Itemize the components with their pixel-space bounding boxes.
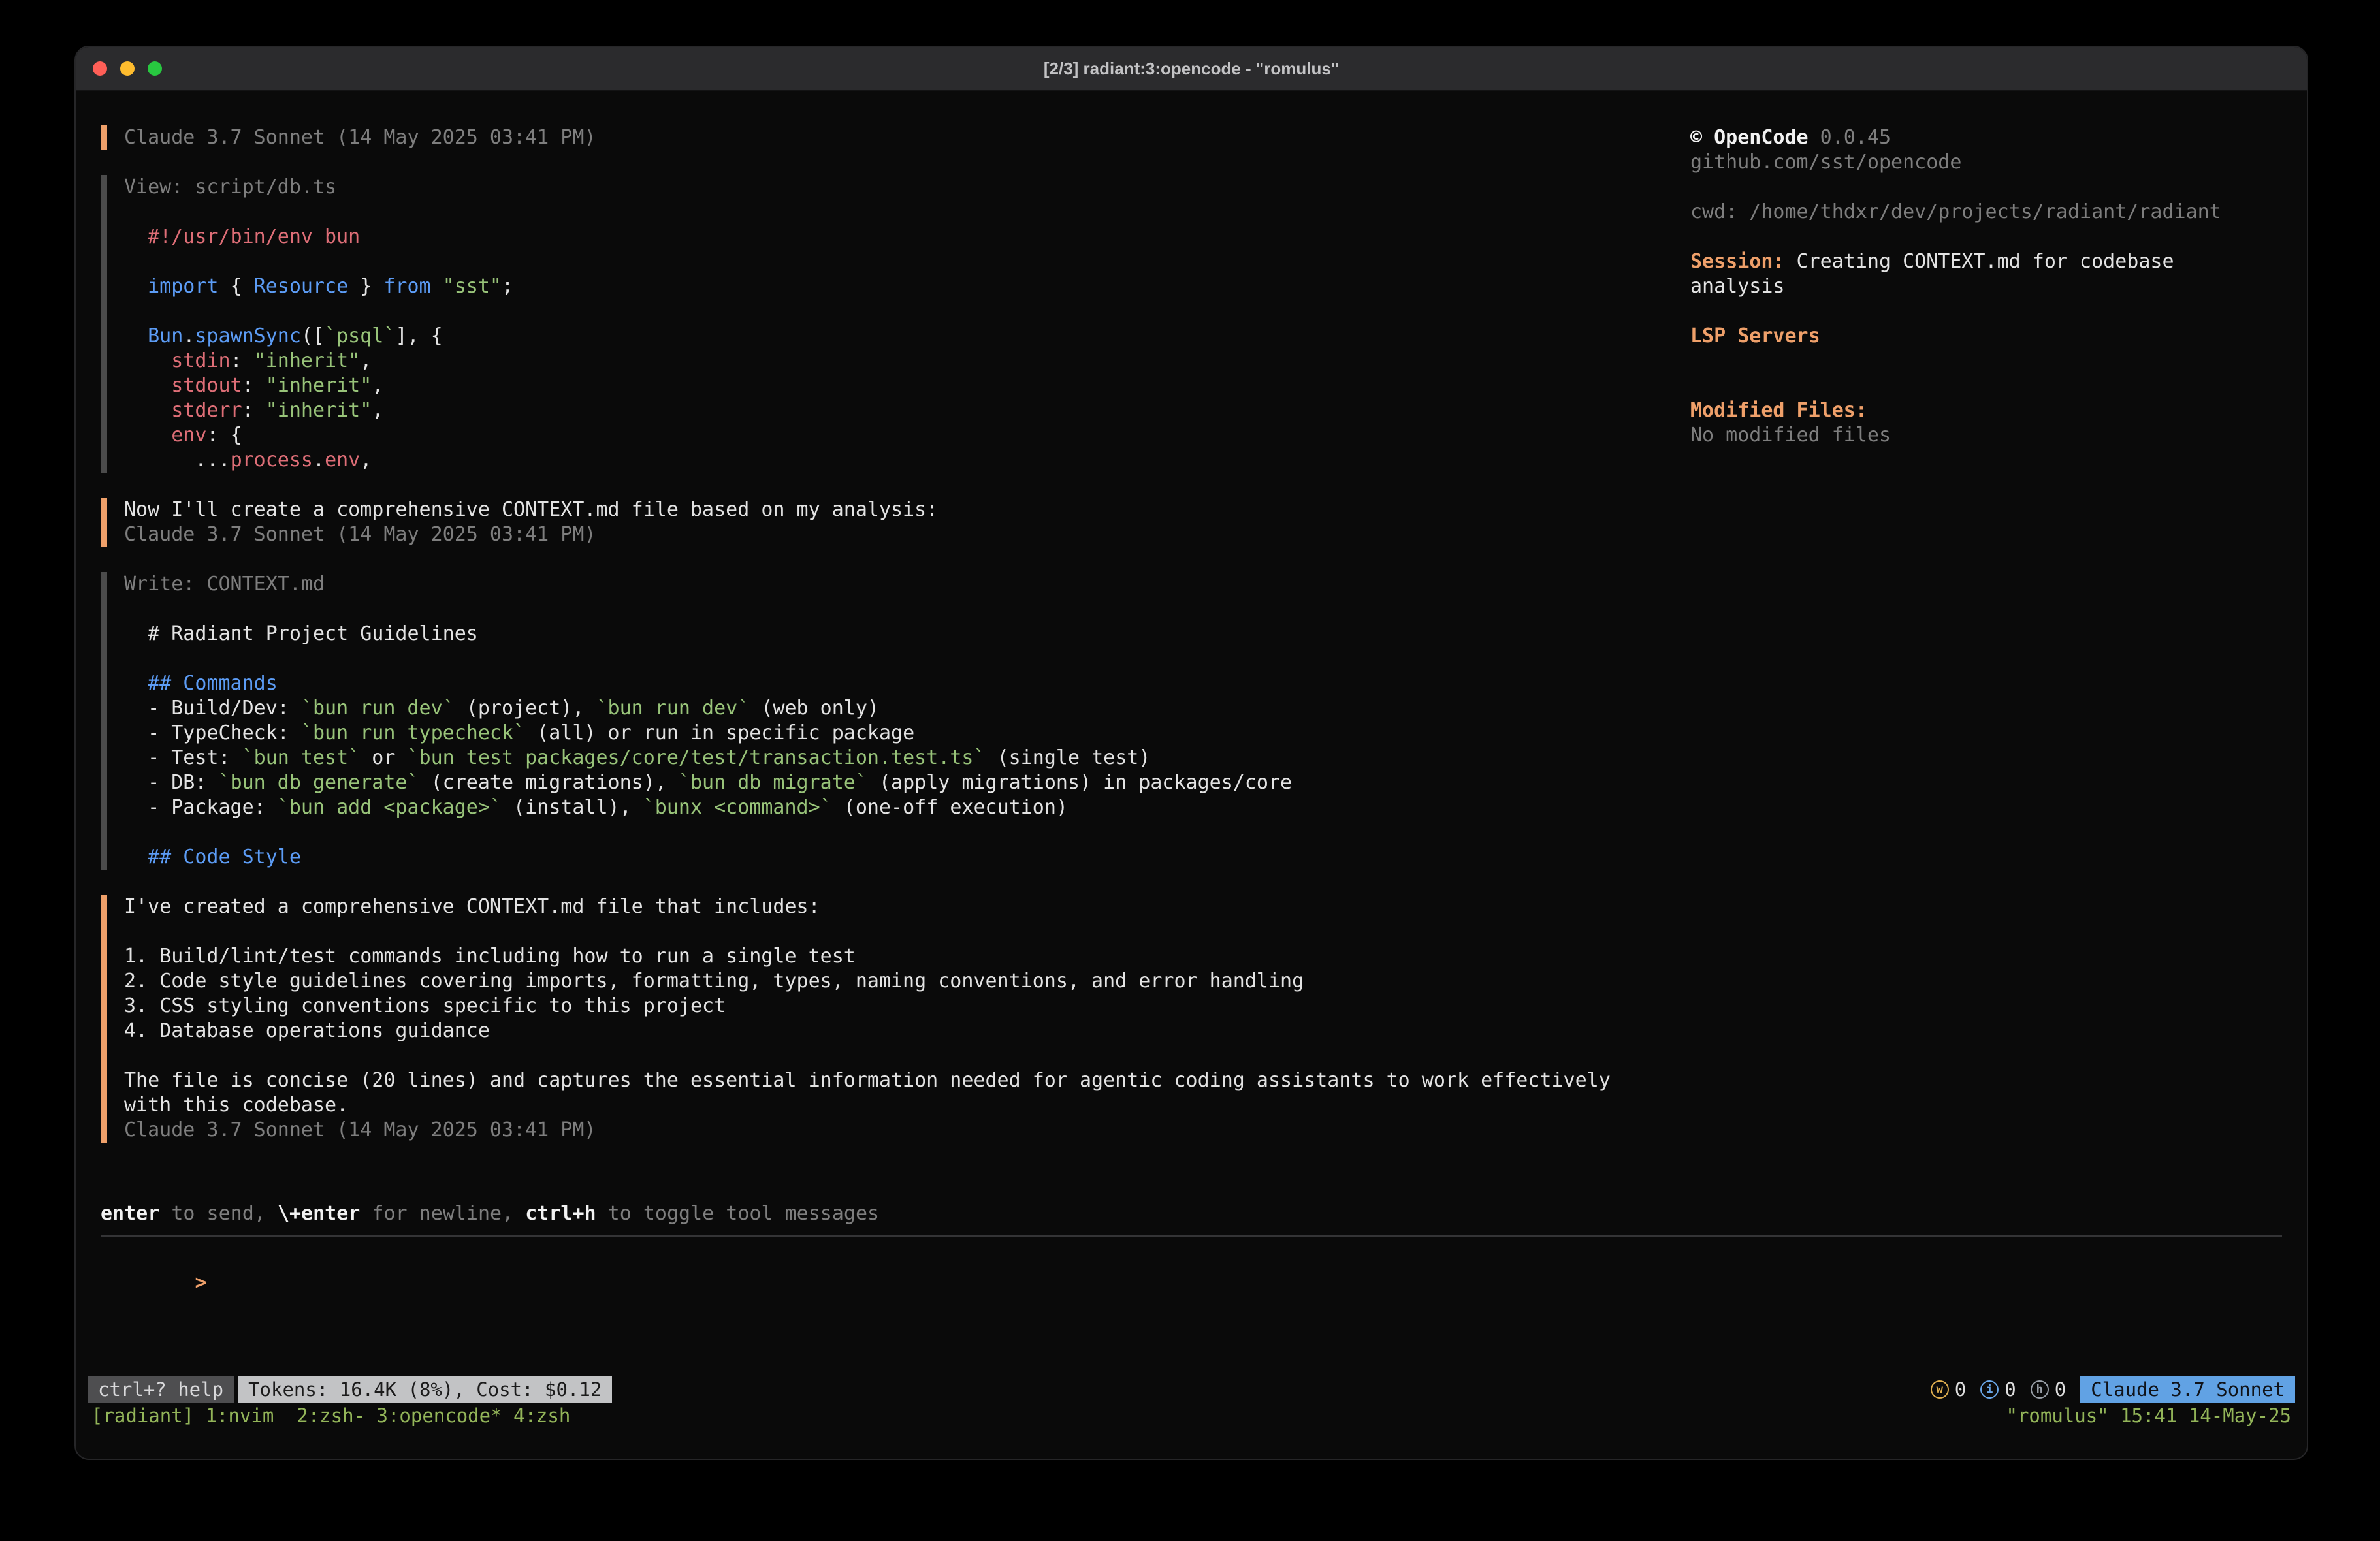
assistant-message-header: Claude 3.7 Sonnet (14 May 2025 03:41 PM) xyxy=(101,125,1662,150)
help-chip[interactable]: ctrl+? help xyxy=(88,1376,234,1403)
lsp-warning-count: w 0 xyxy=(1931,1376,1966,1403)
message-input-area[interactable]: > xyxy=(101,1235,2282,1376)
tool-call-write-file: Write: CONTEXT.md # Radiant Project Guid… xyxy=(101,572,1662,870)
window-title: [2/3] radiant:3:opencode - "romulus" xyxy=(1044,59,1339,79)
assistant-message: Now I'll create a comprehensive CONTEXT.… xyxy=(101,498,1662,547)
tool-call-view-file: View: script/db.ts #!/usr/bin/env bun im… xyxy=(101,175,1662,473)
tmux-status-bar: [radiant] 1:nvim 2:zsh- 3:opencode* 4:zs… xyxy=(88,1403,2295,1429)
tmux-host-time: "romulus" 15:41 14-May-25 xyxy=(2006,1405,2292,1427)
prompt-symbol: > xyxy=(195,1271,207,1294)
traffic-lights xyxy=(93,47,162,90)
lsp-hint-count: h 0 xyxy=(2031,1376,2066,1403)
statusbar-spacer xyxy=(612,1376,1930,1403)
close-button[interactable] xyxy=(93,61,107,76)
info-icon: i xyxy=(1980,1380,1999,1399)
main-area: Claude 3.7 Sonnet (14 May 2025 03:41 PM)… xyxy=(101,125,2282,1201)
hint-icon: h xyxy=(2031,1380,2049,1399)
terminal-content: Claude 3.7 Sonnet (14 May 2025 03:41 PM)… xyxy=(76,91,2307,1459)
warning-icon: w xyxy=(1931,1380,1949,1399)
terminal-window: [2/3] radiant:3:opencode - "romulus" Cla… xyxy=(74,46,2308,1460)
zoom-button[interactable] xyxy=(148,61,162,76)
session-sidebar: © OpenCode 0.0.45github.com/sst/opencode… xyxy=(1662,125,2282,1201)
tokens-cost-chip: Tokens: 16.4K (8%), Cost: $0.12 xyxy=(238,1376,612,1403)
assistant-message-summary: I've created a comprehensive CONTEXT.md … xyxy=(101,895,1662,1143)
keybind-hints: enter to send, \+enter for newline, ctrl… xyxy=(101,1201,2282,1226)
hint-count: 0 xyxy=(2055,1378,2066,1401)
lsp-info-count: i 0 xyxy=(1980,1376,2016,1403)
minimize-button[interactable] xyxy=(120,61,135,76)
window-titlebar: [2/3] radiant:3:opencode - "romulus" xyxy=(76,47,2307,91)
info-count: 0 xyxy=(2004,1378,2016,1401)
status-bar: ctrl+? help Tokens: 16.4K (8%), Cost: $0… xyxy=(88,1376,2295,1403)
model-chip[interactable]: Claude 3.7 Sonnet xyxy=(2080,1376,2295,1403)
chat-transcript: Claude 3.7 Sonnet (14 May 2025 03:41 PM)… xyxy=(101,125,1662,1201)
tmux-session-windows[interactable]: [radiant] 1:nvim 2:zsh- 3:opencode* 4:zs… xyxy=(91,1405,570,1427)
warning-count: 0 xyxy=(1955,1378,1966,1401)
